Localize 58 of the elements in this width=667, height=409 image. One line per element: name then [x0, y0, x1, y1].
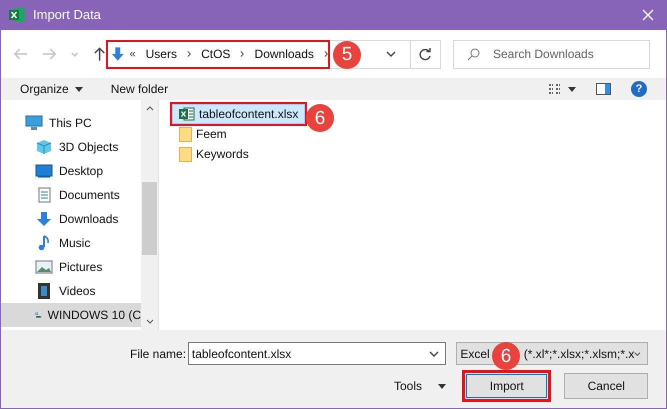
chevron-down-icon[interactable] [146, 319, 154, 324]
down-arrow-icon [35, 211, 53, 227]
address-bar[interactable]: « Users CtOS Downloads [106, 40, 330, 68]
sidebar-item[interactable]: This PC [1, 111, 141, 135]
file-name-field[interactable]: tableofcontent.xlsx [188, 342, 446, 365]
search-icon [467, 48, 480, 60]
film-strip-icon [35, 283, 53, 299]
spreadsheet-file-icon [179, 107, 195, 121]
preview-pane-icon[interactable] [596, 83, 611, 95]
chevron-up-icon[interactable] [146, 106, 154, 111]
file-name-label: File name: [130, 346, 188, 362]
sidebar-item[interactable]: Downloads [1, 207, 141, 231]
step-number-badge: 6 [306, 104, 334, 132]
chevron-right-icon [186, 50, 192, 58]
step-number-badge: 5 [333, 40, 361, 68]
cube-icon [35, 139, 53, 155]
file-item[interactable]: Feem [172, 124, 234, 144]
sidebar-item[interactable]: Documents [1, 183, 141, 207]
breadcrumb-overflow[interactable]: « [130, 46, 136, 62]
folder-icon [179, 126, 192, 142]
view-options-icon[interactable] [548, 82, 561, 96]
breadcrumb-item[interactable]: Downloads [254, 45, 314, 63]
scrollbar-thumb[interactable] [142, 182, 157, 255]
file-item[interactable]: tableofcontent.xlsx [172, 104, 306, 124]
search-field[interactable]: Search Downloads [453, 40, 650, 68]
up-arrow-icon[interactable] [92, 46, 106, 62]
refresh-icon [419, 48, 432, 60]
chevron-down-icon [429, 350, 440, 356]
breadcrumb-item[interactable]: Users [146, 45, 177, 63]
caret-down-icon[interactable] [568, 86, 576, 92]
close-icon[interactable] [642, 9, 654, 21]
sidebar-item[interactable]: WINDOWS 10 (C [1, 303, 141, 327]
chevron-down-icon [386, 51, 396, 57]
sidebar-item[interactable]: Music [1, 231, 141, 255]
import-button[interactable]: Import [462, 370, 552, 402]
help-icon[interactable]: ? [631, 81, 647, 97]
sidebar-item[interactable]: Videos [1, 279, 141, 303]
spreadsheet-app-icon [9, 7, 25, 23]
breadcrumb-item[interactable]: CtOS [201, 45, 230, 63]
sidebar-item[interactable]: 3D Objects [1, 135, 141, 159]
picture-icon [35, 259, 53, 275]
tools-button[interactable]: Tools [394, 377, 446, 395]
cancel-button[interactable]: Cancel [564, 373, 648, 399]
down-arrow-icon [112, 46, 124, 62]
monitor-icon [35, 163, 53, 179]
computer-icon [25, 115, 43, 131]
sidebar-item[interactable]: Desktop [1, 159, 141, 183]
chevron-right-icon [324, 50, 328, 58]
folder-icon [179, 146, 192, 162]
caret-down-icon [74, 86, 83, 92]
sidebar-item[interactable]: Pictures [1, 255, 141, 279]
caret-down-icon [438, 384, 446, 388]
organize-button[interactable]: Organize [20, 80, 83, 98]
chevron-down-icon [634, 350, 641, 356]
new-folder-button[interactable]: New folder [110, 80, 168, 98]
file-item[interactable]: Keywords [172, 144, 256, 164]
window-title: Import Data [33, 6, 101, 24]
chevron-right-icon [240, 50, 245, 58]
